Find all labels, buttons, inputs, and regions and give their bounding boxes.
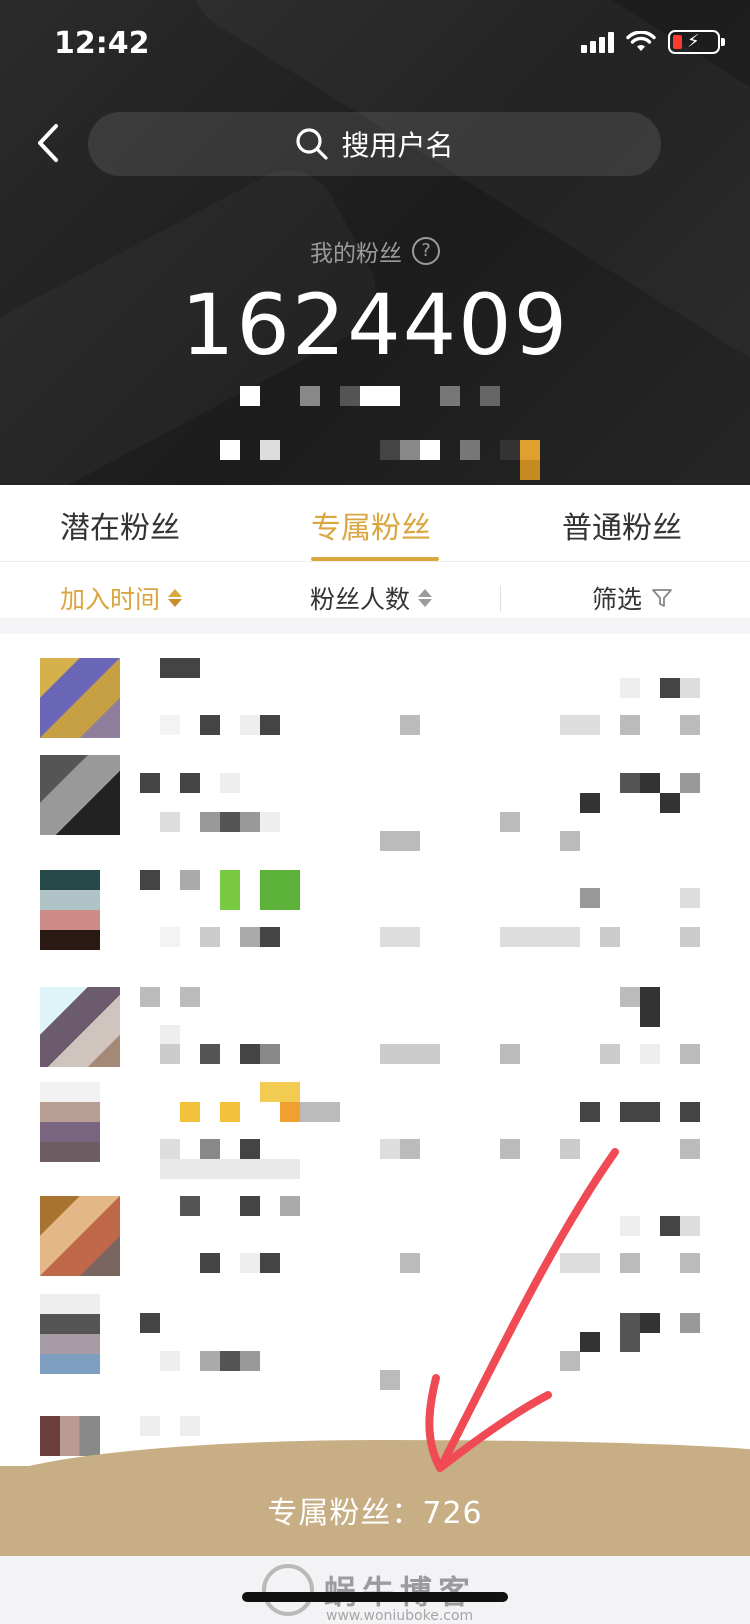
list-item[interactable] — [0, 755, 750, 875]
watermark-logo — [262, 1564, 314, 1616]
sort-fan-count-label: 粉丝人数 — [310, 585, 411, 614]
status-bar: 12:42 ⚡ — [0, 0, 750, 90]
sort-join-time-label: 加入时间 — [60, 585, 161, 614]
filter-icon — [652, 589, 672, 607]
sort-arrows-icon — [418, 589, 433, 607]
tab-regular-fans[interactable]: 普通粉丝 — [562, 503, 682, 547]
sort-join-time[interactable]: 加入时间 — [60, 580, 183, 616]
watermark-url: www.woniuboke.com — [326, 1608, 474, 1624]
fans-tabs: 潜在粉丝 专属粉丝 普通粉丝 — [0, 485, 750, 562]
profile-header: 12:42 ⚡ 搜用户名 我的粉丝 ? 1624409 — [0, 0, 750, 485]
exclusive-fans-total: 专属粉丝：726 — [0, 1488, 750, 1532]
home-indicator[interactable] — [242, 1592, 508, 1602]
filter-label: 筛选 — [592, 585, 643, 614]
help-icon[interactable]: ? — [412, 237, 440, 265]
exclusive-fans-total-value: 726 — [422, 1496, 483, 1531]
status-icons: ⚡ — [581, 30, 725, 54]
tab-potential-fans[interactable]: 潜在粉丝 — [60, 503, 180, 547]
avatar — [40, 1294, 100, 1374]
avatar — [40, 870, 100, 950]
watermark: 蜗牛博客 www.woniuboke.com — [262, 1564, 476, 1624]
fan-list — [0, 650, 750, 1480]
avatar — [40, 1082, 100, 1162]
avatar — [40, 1196, 120, 1276]
signal-icon — [581, 31, 614, 53]
search-icon — [296, 128, 329, 160]
list-item[interactable] — [0, 1294, 750, 1414]
filter-button[interactable]: 筛选 — [592, 580, 674, 616]
search-bar[interactable]: 搜用户名 — [88, 112, 661, 176]
active-tab-indicator — [311, 557, 439, 561]
watermark-text: 蜗牛博客 — [324, 1567, 476, 1613]
tab-exclusive-fans[interactable]: 专属粉丝 — [311, 503, 431, 547]
list-item[interactable] — [0, 870, 750, 990]
fans-count: 1624409 — [180, 276, 570, 374]
avatar — [40, 987, 120, 1067]
sort-fan-count[interactable]: 粉丝人数 — [310, 580, 433, 616]
back-chevron-icon[interactable] — [30, 118, 70, 168]
status-time: 12:42 — [54, 26, 150, 61]
battery-icon: ⚡ — [668, 30, 725, 54]
exclusive-fans-total-label: 专属粉丝： — [267, 1496, 423, 1531]
avatar — [40, 755, 120, 835]
list-item[interactable] — [0, 1082, 750, 1202]
fans-caption: 我的粉丝 ? — [0, 234, 750, 268]
fans-caption-label: 我的粉丝 — [310, 241, 402, 267]
search-label: 搜用户名 — [341, 129, 454, 162]
wifi-icon — [626, 31, 656, 51]
sort-divider — [500, 586, 501, 612]
sort-arrows-icon — [168, 589, 183, 607]
avatar — [40, 1416, 100, 1456]
avatar — [40, 658, 120, 738]
sort-bar: 加入时间 粉丝人数 筛选 — [0, 562, 750, 634]
